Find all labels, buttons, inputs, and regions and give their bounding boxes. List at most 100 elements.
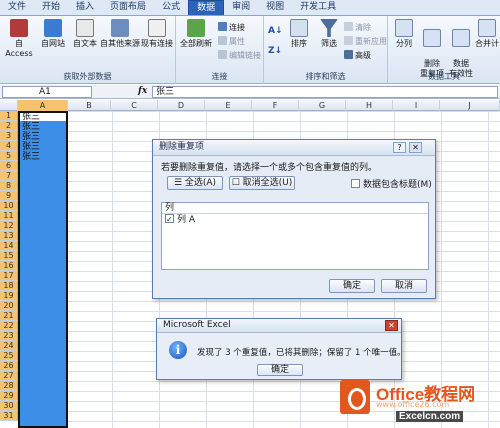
- row-header[interactable]: 20: [0, 301, 18, 311]
- unselect-all-button[interactable]: ☐ 取消全选(U): [229, 176, 295, 190]
- row-header[interactable]: 25: [0, 351, 18, 361]
- close-icon[interactable]: ✕: [409, 142, 422, 153]
- row-header[interactable]: 28: [0, 381, 18, 391]
- advanced-button[interactable]: 高级: [344, 50, 371, 61]
- row-header[interactable]: 17: [0, 271, 18, 281]
- from-web-button[interactable]: 自网站: [36, 19, 70, 49]
- row-header[interactable]: 3: [0, 131, 18, 141]
- row-header[interactable]: 19: [0, 291, 18, 301]
- clear-icon: [344, 22, 353, 31]
- row-header[interactable]: 29: [0, 391, 18, 401]
- cell-a5[interactable]: 张三: [22, 152, 40, 162]
- column-header-f[interactable]: F: [252, 100, 299, 111]
- column-header-j[interactable]: J: [440, 100, 500, 111]
- watermark-url: www.office26.com: [376, 400, 450, 409]
- message-close-icon[interactable]: ✕: [385, 320, 398, 331]
- column-header-g[interactable]: G: [299, 100, 346, 111]
- tab-file[interactable]: 文件: [0, 0, 34, 15]
- tab-data[interactable]: 数据: [188, 0, 225, 15]
- filter-icon: [320, 19, 338, 37]
- tab-view[interactable]: 视图: [258, 0, 292, 15]
- row-header[interactable]: 6: [0, 161, 18, 171]
- tab-developer[interactable]: 开发工具: [292, 0, 344, 15]
- has-headers-option[interactable]: 数据包含标题(M): [351, 177, 432, 190]
- row-header[interactable]: 11: [0, 211, 18, 221]
- sort-za-icon[interactable]: Z↓: [268, 46, 282, 57]
- select-all-button[interactable]: ☰ 全选(A): [167, 176, 223, 190]
- properties-button[interactable]: 属性: [218, 36, 245, 47]
- remove-duplicates-button[interactable]: 删除 重复项: [418, 19, 446, 79]
- tab-review[interactable]: 审阅: [224, 0, 258, 15]
- group-external-data: 自 Access 自网站 自文本 自其他来源 现有连接 获取外部数据: [0, 16, 176, 84]
- row-header[interactable]: 8: [0, 181, 18, 191]
- tab-page-layout[interactable]: 页面布局: [102, 0, 154, 15]
- tab-formulas[interactable]: 公式: [154, 0, 188, 15]
- row-header[interactable]: 18: [0, 281, 18, 291]
- message-ok-button[interactable]: 确定: [257, 364, 303, 376]
- ribbon: 自 Access 自网站 自文本 自其他来源 现有连接 获取外部数据 全部刷新 …: [0, 16, 500, 84]
- help-icon[interactable]: ?: [393, 142, 406, 153]
- row-header[interactable]: 10: [0, 201, 18, 211]
- row-header[interactable]: 12: [0, 221, 18, 231]
- row-header[interactable]: 27: [0, 371, 18, 381]
- row-header[interactable]: 23: [0, 331, 18, 341]
- sort-az-icon[interactable]: A↓: [268, 26, 283, 37]
- row-header[interactable]: 16: [0, 261, 18, 271]
- from-other-sources-button[interactable]: 自其他来源: [100, 19, 140, 49]
- sort-button[interactable]: 排序: [282, 19, 316, 49]
- column-header-d[interactable]: D: [158, 100, 205, 111]
- has-headers-checkbox[interactable]: [351, 179, 360, 188]
- edit-links-button[interactable]: 编辑链接: [218, 50, 261, 61]
- cell-a3[interactable]: 张三: [22, 132, 40, 142]
- row-header[interactable]: 21: [0, 311, 18, 321]
- row-header[interactable]: 30: [0, 401, 18, 411]
- text-to-columns-button[interactable]: 分列: [390, 19, 418, 49]
- message-text: 发现了 3 个重复值，已将其删除；保留了 1 个唯一值。: [197, 348, 406, 358]
- column-header-c[interactable]: C: [111, 100, 158, 111]
- connections-button[interactable]: 连接: [218, 22, 245, 33]
- data-validation-button[interactable]: 数据 有效性: [446, 19, 476, 79]
- existing-connections-button[interactable]: 现有连接: [140, 19, 174, 49]
- row-header[interactable]: 9: [0, 191, 18, 201]
- row-header[interactable]: 24: [0, 341, 18, 351]
- cell-a2[interactable]: 张三: [22, 122, 40, 132]
- select-all-corner[interactable]: [0, 100, 18, 111]
- cancel-button[interactable]: 取消: [381, 279, 427, 293]
- column-header-i[interactable]: I: [393, 100, 440, 111]
- column-header-h[interactable]: H: [346, 100, 393, 111]
- fx-icon[interactable]: fx: [138, 86, 147, 96]
- column-header-b[interactable]: B: [68, 100, 111, 111]
- formula-input[interactable]: 张三: [152, 86, 498, 98]
- from-access-button[interactable]: 自 Access: [2, 19, 36, 59]
- from-text-button[interactable]: 自文本: [68, 19, 102, 49]
- row-header[interactable]: 5: [0, 151, 18, 161]
- row-header[interactable]: 15: [0, 251, 18, 261]
- column-header-e[interactable]: E: [205, 100, 252, 111]
- row-header[interactable]: 13: [0, 231, 18, 241]
- row-header[interactable]: 1: [0, 111, 18, 121]
- row-header[interactable]: 31: [0, 411, 18, 421]
- row-header[interactable]: 14: [0, 241, 18, 251]
- row-header[interactable]: 7: [0, 171, 18, 181]
- tab-home[interactable]: 开始: [34, 0, 68, 15]
- filter-button[interactable]: 筛选: [312, 19, 346, 49]
- reapply-button[interactable]: 重新应用: [344, 36, 387, 47]
- cell-a4[interactable]: 张三: [22, 142, 40, 152]
- tab-insert[interactable]: 插入: [68, 0, 102, 15]
- column-header-a[interactable]: A: [18, 100, 68, 111]
- consolidate-button[interactable]: 合并计: [474, 19, 500, 49]
- refresh-all-button[interactable]: 全部刷新: [178, 19, 214, 49]
- ok-button[interactable]: 确定: [329, 279, 375, 293]
- row-header[interactable]: 2: [0, 121, 18, 131]
- clear-button[interactable]: 清除: [344, 22, 371, 33]
- unselect-all-icon: ☐: [231, 178, 243, 188]
- refresh-icon: [187, 19, 205, 37]
- row-header[interactable]: 4: [0, 141, 18, 151]
- list-item[interactable]: 列 A: [162, 213, 428, 227]
- cell-a1[interactable]: 张三: [22, 112, 40, 122]
- name-box[interactable]: A1: [2, 86, 92, 98]
- row-header[interactable]: 22: [0, 321, 18, 331]
- message-box: Microsoft Excel ✕ i 发现了 3 个重复值，已将其删除；保留了…: [156, 318, 406, 380]
- row-header[interactable]: 26: [0, 361, 18, 371]
- column-a-checkbox[interactable]: [165, 213, 174, 226]
